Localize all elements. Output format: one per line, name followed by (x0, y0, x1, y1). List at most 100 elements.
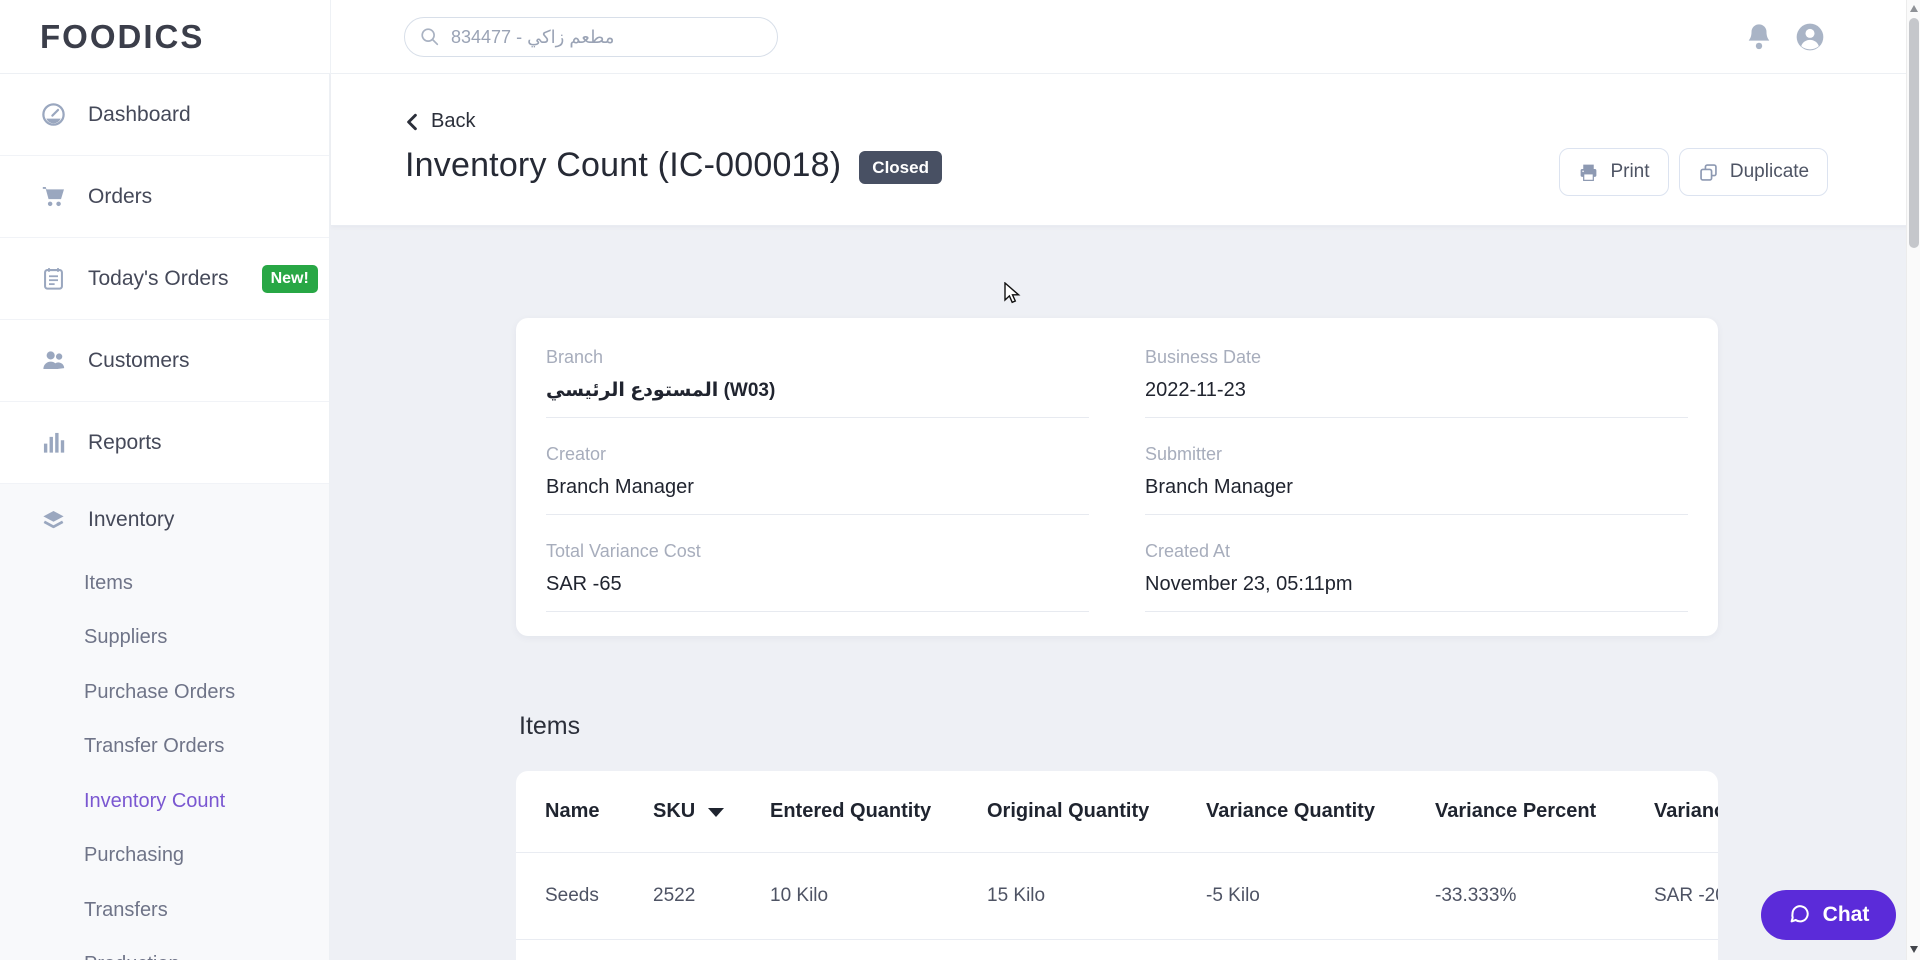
field-value: Branch Manager (1145, 476, 1293, 498)
sidebar-item-label: Transfers (84, 898, 168, 921)
field-label: Submitter (1145, 444, 1223, 464)
sidebar-item-dashboard[interactable]: Dashboard (0, 74, 329, 156)
table-row: Seeds 2522 10 Kilo 15 Kilo -5 Kilo -33.3… (516, 853, 1718, 940)
items-table: Name SKU Entered Quantity Original Quant… (516, 771, 1718, 960)
sidebar-item-reports[interactable]: Reports (0, 402, 329, 484)
duplicate-button[interactable]: Duplicate (1679, 148, 1828, 196)
field-label: Branch (546, 347, 604, 367)
sidebar: Dashboard Orders Today's Orders New! Cus… (0, 74, 330, 960)
field-label: Total Variance Cost (546, 541, 701, 561)
duplicate-label: Duplicate (1729, 161, 1810, 182)
search-box[interactable] (404, 17, 778, 57)
sidebar-item-purchase-orders[interactable]: Purchase Orders (0, 665, 329, 720)
sidebar-item-items[interactable]: Items (0, 556, 329, 611)
page-header: Back Inventory Count (IC-000018) Closed … (331, 74, 1920, 226)
sidebar-item-orders[interactable]: Orders (0, 156, 329, 238)
sidebar-item-label: Inventory Count (84, 789, 226, 812)
sidebar-item-label: Suppliers (84, 626, 168, 649)
sidebar-item-production[interactable]: Production (0, 938, 329, 960)
sidebar-item-transfer-orders[interactable]: Transfer Orders (0, 720, 329, 775)
avatar-icon[interactable] (1794, 21, 1826, 53)
sidebar-item-label: Items (84, 571, 133, 594)
column-header-entered-quantity: Entered Quantity (770, 800, 932, 822)
sidebar-item-suppliers[interactable]: Suppliers (0, 611, 329, 666)
people-icon (43, 351, 65, 369)
cell-variance-percent: -33.333% (1435, 885, 1517, 906)
field-value: المستودع الرئيسي (W03) (546, 380, 776, 401)
field-value: SAR -65 (546, 573, 622, 595)
sidebar-item-transfers[interactable]: Transfers (0, 883, 329, 938)
sidebar-item-label: Purchase Orders (84, 680, 236, 703)
field-label: Creator (546, 444, 607, 464)
scrollbar-thumb[interactable] (1909, 18, 1919, 248)
details-card: Branch المستودع الرئيسي (W03) Business D… (516, 318, 1718, 636)
chevron-left-icon (407, 113, 417, 130)
scrollbar-track[interactable] (1906, 0, 1920, 960)
layers-icon (43, 510, 64, 528)
sidebar-item-customers[interactable]: Customers (0, 320, 329, 402)
scrollbar-up-arrow[interactable] (1910, 5, 1918, 12)
status-badge: Closed (859, 151, 942, 184)
print-label: Print (1610, 161, 1650, 182)
field-submitter: Submitter Branch Manager (1145, 444, 1688, 515)
field-label: Business Date (1145, 347, 1262, 367)
sidebar-item-label: Transfer Orders (84, 735, 225, 758)
items-section-heading: Items (519, 712, 581, 740)
page-title: Inventory Count (IC-000018) (405, 146, 842, 184)
sidebar-item-label: Reports (88, 430, 162, 454)
sidebar-item-label: Orders (88, 184, 153, 208)
back-button[interactable]: Back (405, 110, 475, 133)
field-total-variance-cost: Total Variance Cost SAR -65 (546, 541, 1089, 612)
column-header-variance-percent: Variance Percent (1435, 800, 1597, 822)
table-header-row: Name SKU Entered Quantity Original Quant… (516, 771, 1718, 853)
chat-label: Chat (1822, 903, 1870, 926)
field-created-at: Created At November 23, 05:11pm (1145, 541, 1688, 612)
search-input[interactable] (451, 26, 763, 48)
bar-chart-icon (43, 432, 65, 453)
sidebar-item-label: Dashboard (88, 102, 191, 126)
column-header-label: SKU (653, 800, 696, 822)
sidebar-item-todays-orders[interactable]: Today's Orders New! (0, 238, 329, 320)
sidebar-item-label: Inventory (88, 508, 175, 531)
column-header-sku[interactable]: SKU (653, 800, 770, 823)
column-header-name: Name (545, 800, 600, 822)
sidebar-item-label: Today's Orders (88, 266, 229, 290)
bell-icon[interactable] (1743, 21, 1775, 53)
print-button[interactable]: Print (1559, 148, 1669, 196)
field-value: 2022-11-23 (1145, 379, 1246, 401)
gauge-icon (42, 103, 65, 126)
foodics-logo: FOODICS (40, 18, 205, 55)
top-bar: FOODICS (0, 0, 1920, 74)
back-label: Back (431, 110, 476, 132)
mouse-cursor (1004, 282, 1021, 304)
cell-name: Seeds (545, 885, 599, 906)
sidebar-item-inventory-count[interactable]: Inventory Count (0, 774, 329, 829)
cell-variance-cost: SAR -20 (1654, 885, 1718, 906)
column-header-variance-cost: Variance Cost (1654, 800, 1718, 822)
field-branch: Branch المستودع الرئيسي (W03) (546, 347, 1089, 418)
duplicate-icon (1700, 163, 1717, 181)
sidebar-item-purchasing[interactable]: Purchasing (0, 829, 329, 884)
sidebar-item-label: Purchasing (84, 844, 185, 867)
sidebar-inventory-group: Inventory Items Suppliers Purchase Order… (0, 484, 329, 960)
cell-entered-quantity: 10 Kilo (770, 885, 829, 906)
field-creator: Creator Branch Manager (546, 444, 1089, 515)
cart-icon (42, 186, 64, 207)
sidebar-item-label: Customers (88, 348, 190, 372)
cell-sku: 2522 (653, 885, 696, 906)
field-value: Branch Manager (546, 476, 694, 498)
sidebar-item-inventory[interactable]: Inventory (0, 484, 329, 556)
new-badge: New! (261, 264, 318, 293)
sort-caret-icon[interactable] (708, 808, 725, 817)
printer-icon (1581, 164, 1597, 181)
chat-button[interactable]: Chat (1761, 890, 1896, 940)
chat-bubble-icon (1790, 905, 1809, 923)
column-header-original-quantity: Original Quantity (987, 800, 1150, 822)
scrollbar-down-arrow[interactable] (1910, 946, 1918, 953)
field-label: Created At (1145, 541, 1231, 561)
cell-original-quantity: 15 Kilo (987, 885, 1046, 906)
notepad-icon (44, 268, 63, 290)
search-icon (421, 28, 439, 46)
field-business-date: Business Date 2022-11-23 (1145, 347, 1688, 418)
cell-variance-quantity: -5 Kilo (1206, 885, 1260, 906)
